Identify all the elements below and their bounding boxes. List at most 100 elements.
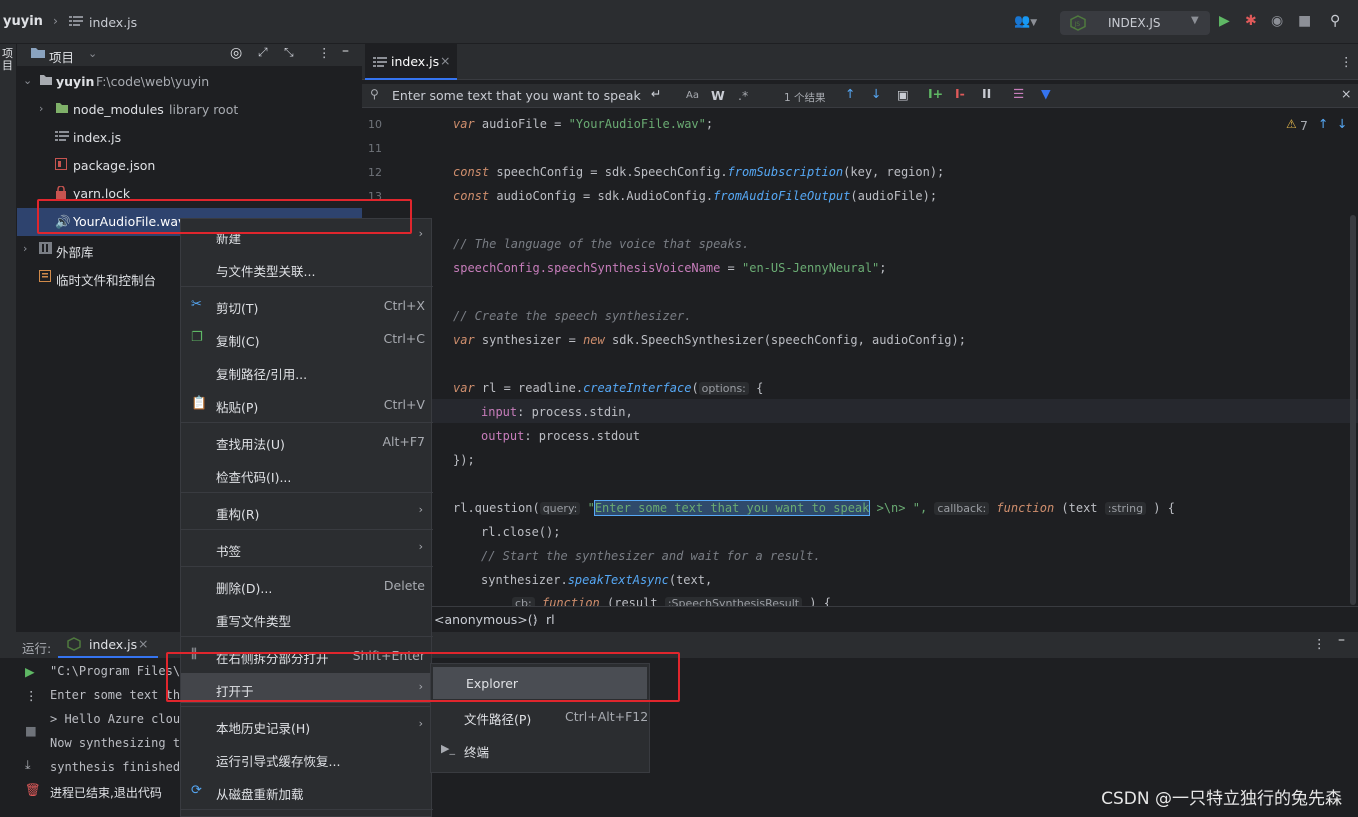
code-line[interactable]: var synthesizer = new sdk.SpeechSynthesi…: [453, 333, 966, 347]
code-line[interactable]: cb: function (result :SpeechSynthesisRes…: [512, 596, 831, 606]
warning-count[interactable]: 7: [1300, 118, 1308, 133]
menu-item-cut[interactable]: ✂ 剪切(T) Ctrl+X: [181, 290, 433, 320]
remove-occurrence-icon[interactable]: I-: [955, 86, 965, 101]
filter-lines-icon[interactable]: ☰: [1013, 86, 1024, 101]
enter-icon[interactable]: ↵: [651, 86, 661, 101]
close-icon[interactable]: ×: [440, 53, 450, 68]
add-occurrence-icon[interactable]: I+: [928, 86, 943, 101]
prev-highlight-icon[interactable]: ↑: [1318, 116, 1328, 131]
scroll-to-end-icon[interactable]: ⤓: [25, 757, 31, 773]
tree-item-package-json[interactable]: package.json: [17, 152, 362, 180]
run-icon[interactable]: ▶: [1219, 13, 1230, 29]
close-icon[interactable]: ×: [1341, 86, 1351, 101]
divider: [181, 286, 433, 287]
target-icon[interactable]: ◎: [230, 45, 242, 61]
menu-item-copy[interactable]: ❐ 复制(C) Ctrl+C: [181, 323, 433, 353]
copy-icon: ❐: [191, 330, 203, 345]
code-line[interactable]: });: [453, 453, 475, 467]
collapse-icon[interactable]: ⤡: [284, 45, 294, 60]
tree-item-root[interactable]: ⌄ yuyin F:\code\web\yuyin: [17, 68, 362, 96]
menu-item-override-type[interactable]: 重写文件类型: [181, 603, 433, 633]
more-options-icon[interactable]: ⋮: [1313, 636, 1326, 651]
code-line[interactable]: // Start the synthesizer and wait for a …: [481, 549, 821, 563]
project-name[interactable]: yuyin: [3, 14, 43, 29]
arrow-down-icon[interactable]: ↓: [871, 86, 881, 101]
watermark: CSDN @一只特立独行的兔先森: [1101, 789, 1342, 809]
breadcrumb-item[interactable]: rl: [546, 612, 555, 627]
close-icon[interactable]: ×: [138, 636, 148, 651]
expand-icon[interactable]: ⤢: [258, 45, 268, 60]
chevron-down-icon[interactable]: ⌄: [88, 47, 97, 60]
menu-item-reload[interactable]: ⟳ 从磁盘重新加载: [181, 776, 433, 806]
code-line[interactable]: rl.close();: [481, 525, 560, 539]
filter-window-icon[interactable]: ▣: [897, 87, 909, 102]
code-line[interactable]: const audioConfig = sdk.AudioConfig.from…: [453, 189, 937, 203]
menu-item-find-usages[interactable]: 查找用法(U) Alt+F7: [181, 426, 433, 456]
divider: [181, 422, 433, 423]
chevron-right-icon: ›: [533, 612, 538, 627]
code-line[interactable]: // Create the speech synthesizer.: [453, 309, 691, 323]
more-options-icon[interactable]: ⋮: [25, 688, 38, 703]
submenu-item-file-path[interactable]: 文件路径(P) Ctrl+Alt+F12: [431, 700, 649, 732]
menu-item-associate[interactable]: 与文件类型关联...: [181, 253, 433, 283]
find-input[interactable]: Enter some text that you want to speak: [392, 88, 641, 103]
code-line[interactable]: var audioFile = "YourAudioFile.wav";: [453, 117, 713, 131]
tree-item-extra: library root: [169, 102, 239, 117]
rerun-icon[interactable]: ▶: [25, 664, 35, 679]
menu-item-bookmarks[interactable]: 书签 ›: [181, 533, 433, 563]
code-line[interactable]: // The language of the voice that speaks…: [453, 237, 749, 251]
code-line[interactable]: input: process.stdin,: [481, 405, 633, 419]
code-line[interactable]: speechConfig.speechSynthesisVoiceName = …: [453, 261, 887, 275]
menu-item-refactor[interactable]: 重构(R) ›: [181, 496, 433, 526]
menu-item-copy-path[interactable]: 复制路径/引用...: [181, 356, 433, 386]
users-icon[interactable]: 👥▼: [1014, 14, 1037, 29]
search-match-highlight: Enter some text that you want to speak: [593, 500, 871, 516]
menu-item-local-history[interactable]: 本地历史记录(H) ›: [181, 710, 433, 740]
scrollbar[interactable]: [1350, 215, 1356, 605]
tree-item-index-js[interactable]: index.js: [17, 124, 362, 152]
debug-icon[interactable]: ✱: [1245, 13, 1257, 29]
tab-index-js[interactable]: index.js ×: [365, 44, 457, 80]
chevron-right-icon: ›: [418, 540, 423, 553]
menu-item-delete[interactable]: 删除(D)... Delete: [181, 570, 433, 600]
breadcrumb-file[interactable]: index.js: [89, 15, 137, 30]
run-tab-label: index.js: [89, 637, 138, 652]
run-config-selector[interactable]: JS INDEX.JS ▼: [1060, 11, 1210, 35]
more-options-icon[interactable]: ⋮: [1340, 54, 1353, 69]
arrow-up-icon[interactable]: ↑: [845, 86, 855, 101]
minimize-icon[interactable]: –: [342, 43, 349, 59]
nodejs-icon: JS: [1070, 15, 1086, 34]
breadcrumb-item[interactable]: <anonymous>(): [434, 612, 538, 627]
search-icon[interactable]: ⚲: [1330, 13, 1340, 29]
trash-icon[interactable]: 🗑: [25, 782, 41, 798]
regex-toggle[interactable]: .*: [738, 88, 748, 103]
code-line[interactable]: const speechConfig = sdk.SpeechConfig.fr…: [453, 165, 944, 179]
code-line[interactable]: synthesizer.speakTextAsync(text,: [481, 573, 712, 587]
submenu-item-terminal[interactable]: ▶_ 终端: [431, 733, 649, 765]
project-tool-button[interactable]: 项目: [2, 48, 15, 72]
tab-label: index.js: [391, 54, 440, 69]
run-tab[interactable]: index.js ×: [58, 634, 158, 658]
stop-icon[interactable]: ■: [25, 723, 37, 738]
filter-icon[interactable]: ▼: [1041, 86, 1051, 101]
run-config-label: INDEX.JS: [1108, 16, 1161, 30]
next-highlight-icon[interactable]: ↓: [1337, 116, 1347, 131]
code-line[interactable]: var rl = readline.createInterface(option…: [453, 381, 763, 395]
menu-item-paste[interactable]: 📋 粘贴(P) Ctrl+V: [181, 389, 433, 419]
tree-item-node-modules[interactable]: › node_modules library root: [17, 96, 362, 124]
select-all-occurrences-icon[interactable]: II: [982, 86, 991, 101]
code-line[interactable]: rl.question(query: "Enter some text that…: [453, 500, 1175, 516]
match-case-toggle[interactable]: Aa: [686, 90, 699, 101]
menu-item-inspect[interactable]: 检查代码(I)...: [181, 459, 433, 489]
menu-item-cache-recovery[interactable]: 运行引导式缓存恢复...: [181, 743, 433, 773]
stop-icon[interactable]: ■: [1298, 13, 1311, 29]
project-panel-title[interactable]: 项目: [49, 47, 74, 66]
coverage-icon[interactable]: ◉: [1271, 13, 1283, 29]
warning-icon[interactable]: ⚠: [1286, 117, 1297, 131]
minimize-icon[interactable]: –: [1338, 632, 1345, 648]
file-lines-icon: [373, 56, 387, 71]
code-line[interactable]: output: process.stdout: [481, 429, 640, 443]
more-options-icon[interactable]: ⋮: [318, 45, 331, 60]
whole-word-toggle[interactable]: W: [711, 88, 725, 103]
console-line: > Hello Azure cloud: [50, 712, 188, 726]
